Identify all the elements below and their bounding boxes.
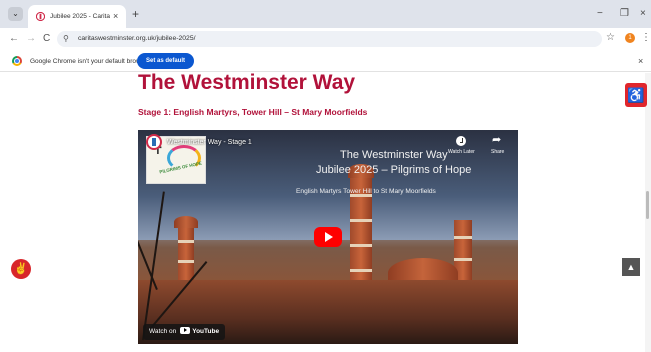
back-icon[interactable]: ← — [9, 32, 19, 45]
video-overlay-subtitle: Jubilee 2025 – Pilgrims of Hope — [316, 164, 472, 176]
tab-close-icon[interactable]: × — [113, 10, 118, 22]
bookmark-star-icon[interactable]: ☆ — [606, 32, 615, 44]
play-button[interactable] — [314, 227, 342, 247]
close-window-button[interactable]: × — [640, 8, 646, 20]
tab-title: Jubilee 2025 - Caritas Westminster — [50, 13, 110, 20]
video-overlay-route: English Martyrs Tower Hill to St Mary Mo… — [296, 188, 436, 195]
infobar-message: Google Chrome isn't your default browser — [30, 58, 150, 65]
address-bar[interactable]: ⚲ caritaswestminster.org.uk/jubilee-2025… — [57, 31, 602, 47]
set-as-default-button[interactable]: Set as default — [137, 53, 195, 69]
channel-avatar[interactable] — [146, 134, 162, 150]
youtube-wordmark: YouTube — [192, 328, 220, 335]
watch-later-label[interactable]: Watch Later — [448, 149, 475, 156]
youtube-logo-icon — [180, 327, 191, 334]
reload-icon[interactable]: C — [43, 32, 50, 45]
watch-later-icon[interactable] — [456, 136, 466, 146]
share-label[interactable]: Share — [491, 149, 504, 156]
scroll-to-top-button[interactable]: ▲ — [622, 258, 640, 276]
youtube-video-embed[interactable]: ✝ PILGRIMS OF HOPE Westminster Way - Sta… — [138, 130, 518, 344]
site-favicon-icon — [36, 12, 45, 21]
share-icon[interactable]: ➦ — [492, 134, 501, 146]
chrome-logo-icon — [12, 56, 22, 66]
menu-icon[interactable]: ⋮ — [641, 31, 651, 44]
site-info-icon[interactable]: ⚲ — [63, 34, 69, 44]
profile-avatar[interactable]: 1 — [625, 33, 635, 43]
floating-widget-button[interactable]: ✌ — [11, 259, 31, 279]
watch-on-label: Watch on — [149, 328, 177, 335]
browser-tab[interactable]: Jubilee 2025 - Caritas Westminster × — [28, 5, 126, 28]
video-overlay-title: The Westminster Way — [340, 149, 448, 161]
watch-on-youtube-button[interactable]: Watch on YouTube — [143, 324, 226, 340]
infobar-close-icon[interactable]: × — [638, 55, 643, 67]
url-text[interactable]: caritaswestminster.org.uk/jubilee-2025/ — [78, 34, 196, 44]
minimize-button[interactable]: − — [597, 8, 603, 20]
browser-toolbar: ← → C ⚲ caritaswestminster.org.uk/jubile… — [0, 28, 651, 50]
forward-icon[interactable]: → — [26, 32, 36, 45]
stage-heading: Stage 1: English Martyrs, Tower Hill – S… — [138, 107, 368, 117]
left-dome — [174, 216, 198, 228]
new-tab-button[interactable]: + — [132, 7, 139, 21]
page-title: The Westminster Way — [138, 73, 356, 94]
tab-search-icon[interactable]: ⌄ — [8, 7, 23, 21]
default-browser-infobar: Google Chrome isn't your default browser… — [0, 50, 651, 72]
scrollbar-thumb[interactable] — [646, 191, 649, 219]
page-content: The Westminster Way Stage 1: English Mar… — [0, 73, 651, 352]
accessibility-icon[interactable]: ♿ — [625, 83, 647, 107]
restore-button[interactable]: ❐ — [620, 8, 629, 20]
tab-strip: ⌄ Jubilee 2025 - Caritas Westminster × +… — [0, 0, 651, 28]
page-scrollbar[interactable] — [645, 73, 651, 352]
video-title[interactable]: Westminster Way - Stage 1 — [167, 138, 252, 148]
